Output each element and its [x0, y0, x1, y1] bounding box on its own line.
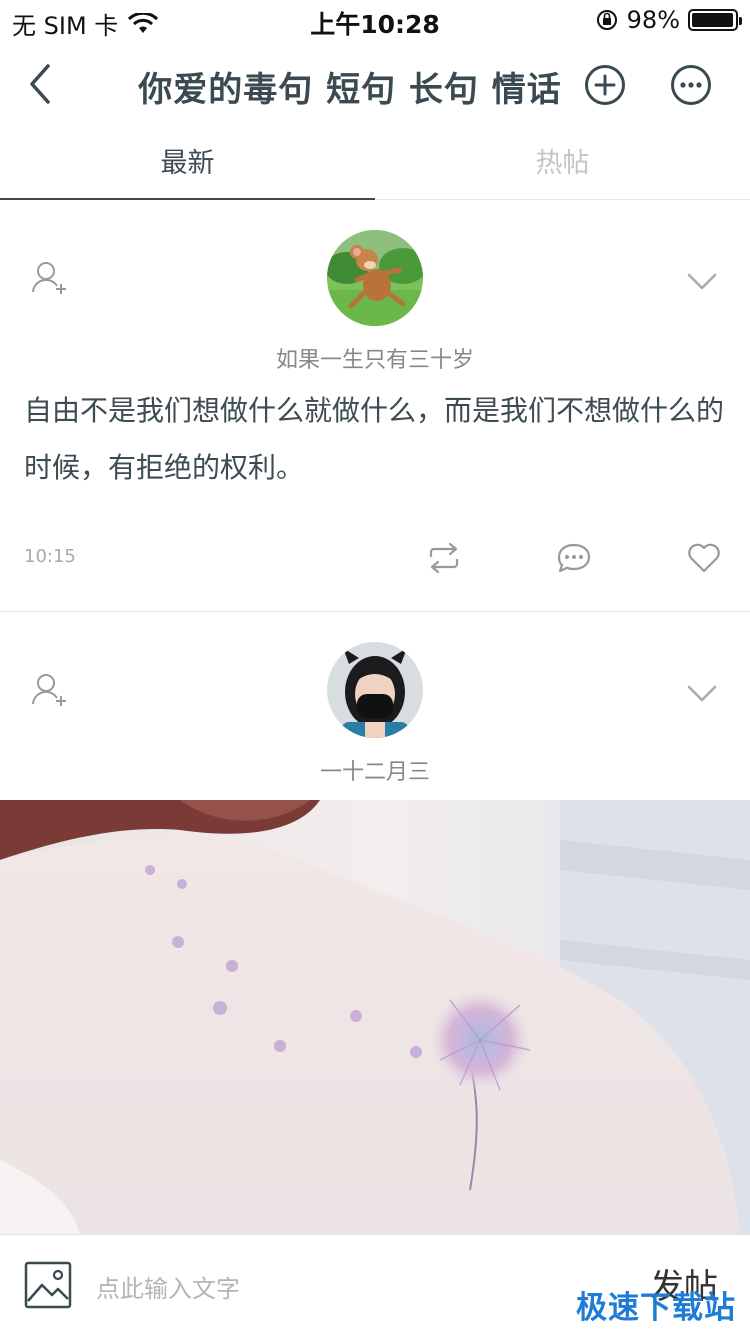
status-right: 98% — [595, 6, 742, 34]
tab-hot[interactable]: 热帖 — [375, 130, 750, 199]
avatar[interactable] — [327, 642, 423, 738]
post-text-input[interactable]: 点此输入文字 — [96, 1269, 240, 1304]
more-options-icon[interactable] — [670, 64, 712, 106]
post-card: 如果一生只有三十岁 自由不是我们想做什么就做什么，而是我们不想做什么的时候，有拒… — [0, 200, 750, 612]
follow-user-icon[interactable] — [30, 258, 70, 298]
chevron-down-icon[interactable] — [686, 272, 718, 292]
post-username[interactable]: 一十二月三 — [0, 754, 750, 786]
tab-bar: 最新 热帖 — [0, 130, 750, 200]
post-image[interactable] — [0, 800, 750, 1234]
post-username[interactable]: 如果一生只有三十岁 — [0, 342, 750, 374]
post-card: 一十二月三 — [0, 612, 750, 1234]
like-icon[interactable] — [686, 542, 722, 574]
image-picker-icon[interactable] — [24, 1261, 72, 1309]
chevron-down-icon[interactable] — [686, 684, 718, 704]
battery-percent: 98% — [626, 6, 680, 34]
rotation-lock-icon — [596, 10, 617, 30]
avatar[interactable] — [327, 230, 423, 326]
add-post-icon[interactable] — [584, 64, 626, 106]
tab-latest[interactable]: 最新 — [0, 130, 375, 200]
comment-icon[interactable] — [556, 542, 592, 574]
status-bar: 无 SIM 卡 上午10:28 98% — [0, 0, 750, 40]
page-title: 你爱的毒句 短句 长句 情话 — [138, 70, 562, 110]
follow-user-icon[interactable] — [30, 670, 70, 710]
nav-bar: 你爱的毒句 短句 长句 情话 — [0, 40, 750, 130]
back-icon[interactable] — [20, 62, 60, 106]
post-text: 自由不是我们想做什么就做什么，而是我们不想做什么的时候，有拒绝的权利。 — [24, 394, 725, 484]
battery-icon — [688, 9, 742, 31]
battery-fill — [692, 13, 734, 27]
watermark-text: 极速下载站 — [576, 1290, 736, 1326]
repost-icon[interactable] — [426, 542, 462, 574]
post-time: 10:15 — [24, 546, 76, 567]
